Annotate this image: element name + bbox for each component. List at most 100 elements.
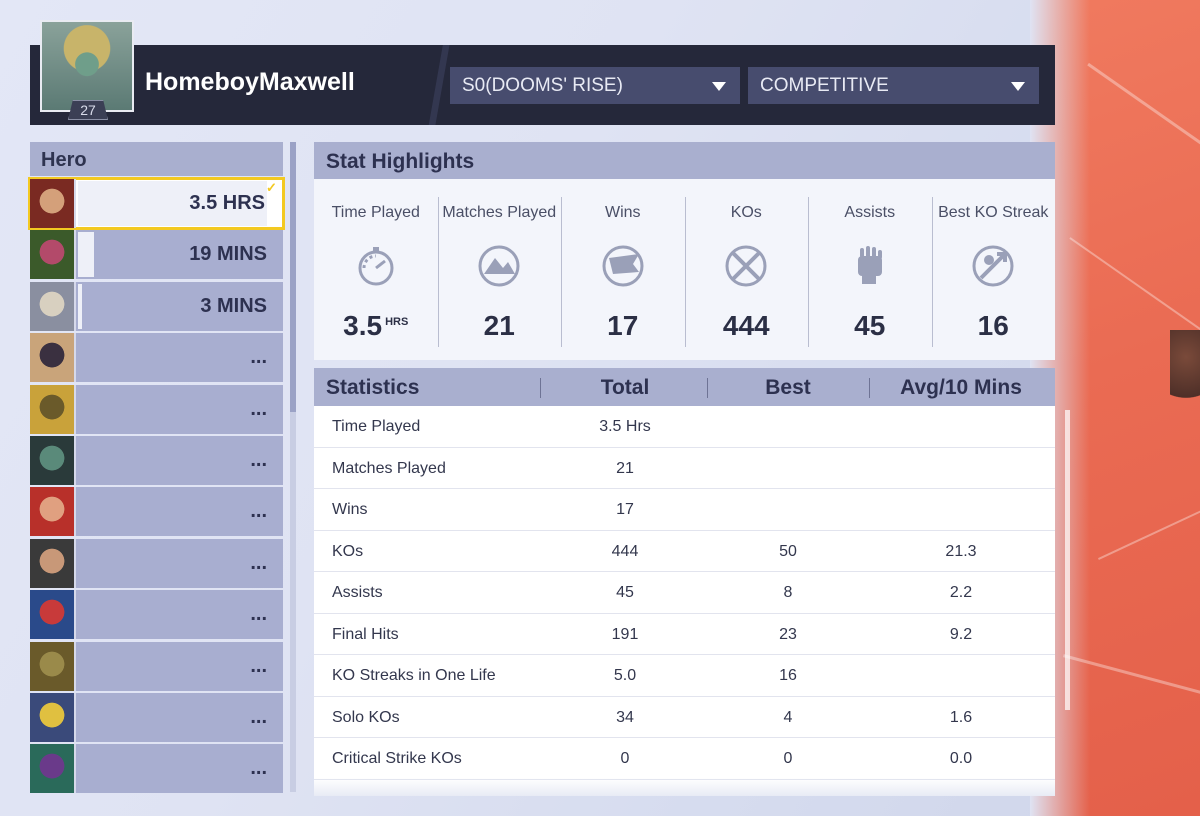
statistics-body: Time Played 3.5 Hrs Matches Played 21 Wins 17… — [314, 406, 1055, 780]
hero-playtime: ... — [250, 654, 267, 677]
hero-playtime: ... — [250, 448, 267, 471]
hero-playtime: 19 MINS — [189, 243, 267, 266]
stat-highlights-grid: Time Played 3.5 HRS Matches Played 21 Wins 17 K… — [314, 179, 1055, 360]
table-cell-avg: 1.6 — [949, 708, 973, 726]
hero-portrait — [30, 744, 76, 794]
streak-icon — [972, 245, 1014, 287]
stat-highlight-label: Assists — [844, 204, 896, 221]
hero-portrait — [30, 333, 76, 383]
table-cell-total: 0 — [620, 750, 630, 767]
flag-icon — [602, 245, 644, 287]
header-best: Best — [765, 376, 811, 399]
table-cell-best: 50 — [779, 542, 797, 560]
statistics-scrollbar[interactable] — [1065, 410, 1070, 710]
table-cell-name: Critical Strike KOs — [332, 750, 462, 767]
hero-portrait — [30, 590, 76, 640]
hero-portrait — [30, 487, 76, 537]
hero-row[interactable]: ... — [30, 692, 283, 742]
chevron-down-icon — [1011, 82, 1025, 91]
header-statistics: Statistics — [326, 376, 420, 399]
season-dropdown-value: S0(DOOMS' RISE) — [462, 75, 623, 96]
table-cell-total: 3.5 Hrs — [599, 418, 651, 435]
table-cell-avg: 2.2 — [949, 584, 973, 601]
stat-highlight-number: 444 — [722, 310, 770, 341]
stat-highlight: Assists 45 — [808, 179, 932, 360]
stat-highlights-title: Stat Highlights — [314, 142, 1055, 179]
table-cell-total: 34 — [616, 708, 634, 726]
table-row: Time Played 3.5 Hrs — [314, 406, 1055, 448]
hero-portrait — [30, 230, 76, 280]
stat-highlight-value: 45 — [808, 310, 932, 342]
hero-panel-title: Hero — [30, 142, 283, 176]
level-badge: 27 — [68, 100, 108, 120]
table-row: Solo KOs 34 4 1.6 — [314, 697, 1055, 738]
table-cell-best: 8 — [783, 584, 793, 601]
table-cell-name: Assists — [332, 584, 383, 601]
header-avg-10-mins: Avg/10 Mins — [900, 376, 1022, 399]
stat-highlight-number: 3.5 — [343, 310, 383, 341]
hero-row[interactable]: 19 MINS — [30, 230, 283, 280]
hero-row[interactable]: ... — [30, 435, 283, 485]
hero-portrait — [30, 435, 76, 485]
stat-highlight: Wins 17 — [561, 179, 685, 360]
hero-row[interactable]: ... — [30, 538, 283, 588]
hero-playtime-bar — [78, 232, 95, 278]
selected-check-icon: ✓ — [266, 180, 277, 195]
hero-row[interactable]: ... — [30, 384, 283, 434]
hero-portrait — [30, 384, 76, 434]
table-row: Final Hits 191 23 9.2 — [314, 614, 1055, 655]
stat-highlight-unit: HRS — [385, 315, 409, 328]
stat-highlight-label: Best KO Streak — [938, 204, 1049, 221]
header-total: Total — [600, 376, 650, 399]
player-avatar[interactable] — [40, 20, 134, 112]
hero-row[interactable]: 3 MINS — [30, 281, 283, 331]
stat-highlight-number: 17 — [607, 310, 639, 341]
hero-row[interactable]: ... — [30, 590, 283, 640]
hero-playtime: ... — [250, 551, 267, 574]
stat-highlight: Time Played 3.5 HRS — [314, 179, 438, 360]
hero-playtime: 3.5 HRS — [189, 192, 265, 214]
hero-row[interactable]: 3.5 HRS ✓ — [28, 177, 285, 230]
mode-dropdown-value: COMPETITIVE — [760, 75, 889, 96]
hero-list-scroll-thumb[interactable] — [290, 142, 296, 412]
background-character — [1170, 330, 1200, 420]
hero-row[interactable]: ... — [30, 641, 283, 691]
table-row: Assists 45 8 2.2 — [314, 572, 1055, 614]
table-row: KO Streaks in One Life 5.0 16 — [314, 655, 1055, 697]
hero-list: 3.5 HRS ✓ 19 MINS 3 MINS...................… — [28, 177, 285, 796]
hero-playtime-bar — [78, 283, 83, 329]
stat-highlight-number: 45 — [854, 310, 886, 341]
stat-highlight-number: 21 — [483, 310, 515, 341]
stat-highlight: Matches Played 21 — [437, 179, 562, 360]
stat-highlight-label: KOs — [730, 204, 762, 221]
table-cell-avg: 0.0 — [949, 750, 973, 767]
table-cell-name: Wins — [332, 501, 368, 518]
statistics-header-row: Statistics Total Best Avg/10 Mins — [314, 368, 1055, 406]
hero-portrait — [30, 281, 76, 331]
stat-highlights-panel: Stat Highlights Time Played 3.5 HRS Matches… — [314, 142, 1055, 360]
table-cell-total: 17 — [616, 501, 634, 518]
hero-playtime: ... — [250, 500, 267, 523]
table-cell-best: 4 — [783, 708, 793, 726]
table-cell-name: Final Hits — [332, 625, 399, 643]
hero-playtime: ... — [250, 397, 267, 420]
stat-highlight: Best KO Streak 16 — [931, 179, 1056, 360]
statistics-table: Statistics Total Best Avg/10 Mins Time P… — [314, 368, 1055, 796]
hero-row[interactable]: ... — [30, 333, 283, 383]
stat-highlight: KOs 444 — [684, 179, 809, 360]
table-row: Matches Played 21 — [314, 448, 1055, 489]
stat-highlight-label: Wins — [604, 204, 641, 221]
crossed-swords-icon — [725, 245, 767, 287]
hero-row[interactable]: ... — [30, 744, 283, 794]
table-cell-best: 0 — [783, 750, 793, 767]
stat-highlight-value: 444 — [685, 310, 809, 342]
table-cell-total: 21 — [616, 459, 634, 477]
hero-playtime: ... — [250, 603, 267, 626]
hero-row[interactable]: ... — [30, 487, 283, 537]
table-cell-name: Time Played — [332, 418, 421, 435]
season-dropdown[interactable]: S0(DOOMS' RISE) — [450, 67, 740, 104]
mode-dropdown[interactable]: COMPETITIVE — [748, 67, 1039, 104]
hero-playtime: 3 MINS — [200, 294, 267, 317]
stat-highlight-label: Time Played — [331, 204, 420, 221]
hero-playtime: ... — [250, 346, 267, 369]
